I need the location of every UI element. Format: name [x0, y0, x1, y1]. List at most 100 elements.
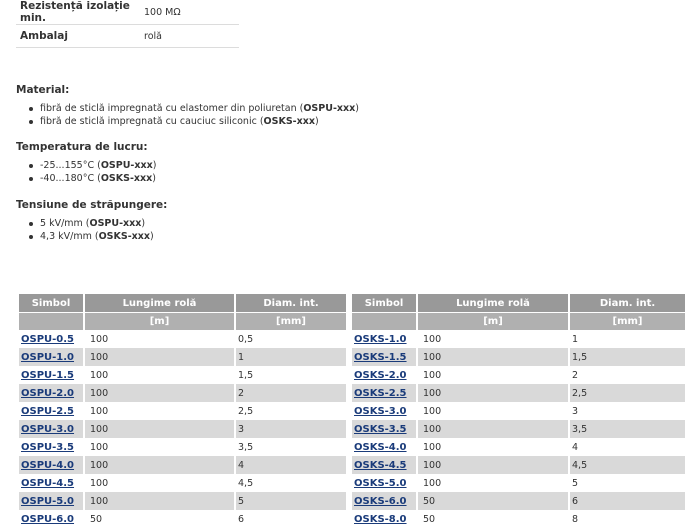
product-link[interactable]: OSPU-3.5: [21, 442, 74, 453]
product-link[interactable]: OSPU-2.0: [21, 388, 74, 399]
product-link[interactable]: OSKS-1.5: [354, 352, 407, 363]
table-row: OSPU-1.0 100 1: [19, 348, 348, 366]
temperature-section: Temperatura de lucru: -25...155°C (OSPU-…: [16, 141, 156, 185]
product-link[interactable]: OSPU-5.0: [21, 496, 74, 507]
list-item: 5 kV/mm (OSPU-xxx): [28, 218, 167, 231]
length-unit: [m]: [417, 312, 570, 330]
product-link[interactable]: OSKS-5.0: [354, 478, 407, 489]
ospu-rows: OSPU-0.5 100 0,5 OSPU-1.0 100 1 OSPU-1.5 100 1…: [19, 330, 348, 528]
table-row: OSKS-2.0 100 2: [352, 366, 687, 384]
product-link[interactable]: OSPU-0.5: [21, 334, 74, 345]
length-cell: 100: [84, 420, 236, 438]
product-link[interactable]: OSKS-1.0: [354, 334, 407, 345]
length-cell: 100: [417, 384, 570, 402]
table-units-row: [m] [mm]: [19, 312, 348, 330]
length-cell: 100: [84, 330, 236, 348]
table-row: OSKS-1.5 100 1,5: [352, 348, 687, 366]
list-item: fibră de sticlă impregnată cu elastomer …: [29, 103, 359, 114]
diameter-header: Diam. int.: [569, 294, 687, 313]
ospu-product-table: Simbol Lungime rolă Diam. int. [m] [mm] …: [19, 294, 348, 528]
table-row: OSPU-4.5 100 4,5: [19, 474, 348, 492]
list-item: -40...180°C (OSKS-xxx): [28, 172, 156, 184]
product-link[interactable]: OSPU-6.0: [21, 514, 74, 525]
diameter-cell: 2,5: [235, 402, 348, 420]
length-cell: 100: [84, 348, 236, 366]
list-item: -25...155°C (OSPU-xxx): [28, 160, 157, 171]
diameter-cell: 3: [569, 402, 687, 420]
diameter-cell: 5: [569, 474, 687, 492]
diameter-cell: 2: [569, 366, 687, 384]
diameter-header: Diam. int.: [235, 294, 348, 313]
list-item: 4,3 kV/mm (OSKS-xxx): [28, 231, 167, 244]
length-header: Lungime rolă: [417, 294, 570, 313]
length-cell: 100: [84, 456, 236, 474]
table-row: OSKS-1.0 100 1: [352, 330, 687, 348]
diameter-cell: 1,5: [235, 366, 348, 384]
table-row: OSPU-1.5 100 1,5: [19, 366, 348, 384]
product-link[interactable]: OSKS-8.0: [354, 514, 407, 525]
diameter-cell: 5: [235, 492, 348, 510]
diameter-cell: 4,5: [569, 456, 687, 474]
table-row: OSKS-4.0 100 4: [352, 438, 687, 456]
table-row: OSPU-6.0 50 6: [19, 510, 348, 528]
product-link[interactable]: OSKS-2.5: [354, 388, 407, 399]
length-cell: 100: [84, 402, 236, 420]
spec-label: Ambalaj: [16, 24, 140, 48]
table-row: OSPU-0.5 100 0,5: [19, 330, 348, 348]
diameter-cell: 6: [569, 492, 687, 510]
diameter-cell: 0,5: [235, 330, 348, 348]
product-link[interactable]: OSPU-3.0: [21, 424, 74, 435]
table-header-row: Simbol Lungime rolă Diam. int.: [19, 294, 348, 313]
diameter-cell: 4: [235, 456, 348, 474]
diameter-cell: 2,5: [569, 384, 687, 402]
table-row: OSKS-5.0 100 5: [352, 474, 687, 492]
temperature-list: -25...155°C (OSPU-xxx) -40...180°C (OSKS…: [16, 160, 156, 185]
product-link[interactable]: OSKS-3.0: [354, 406, 407, 417]
length-cell: 100: [417, 402, 570, 420]
list-item: fibră de sticlă impregnată cu cauciuc si…: [29, 116, 359, 129]
diameter-cell: 3,5: [235, 438, 348, 456]
length-cell: 100: [417, 366, 570, 384]
length-cell: 100: [417, 348, 570, 366]
length-cell: 100: [84, 438, 236, 456]
length-unit: [m]: [84, 312, 236, 330]
material-title: Material:: [16, 84, 70, 96]
voltage-list: 5 kV/mm (OSPU-xxx) 4,3 kV/mm (OSKS-xxx): [16, 218, 167, 243]
product-link[interactable]: OSKS-3.5: [354, 424, 407, 435]
spec-table: Rezistență izolație min. 100 MΩ Ambalaj …: [16, 0, 239, 48]
table-header-row: Simbol Lungime rolă Diam. int.: [352, 294, 687, 313]
diameter-cell: 6: [235, 510, 348, 528]
diameter-cell: 1: [569, 330, 687, 348]
diameter-cell: 1: [235, 348, 348, 366]
table-row: OSPU-4.0 100 4: [19, 456, 348, 474]
length-cell: 100: [84, 384, 236, 402]
table-row: OSPU-5.0 100 5: [19, 492, 348, 510]
voltage-title: Tensiune de străpungere:: [16, 199, 168, 211]
length-header: Lungime rolă: [84, 294, 236, 313]
length-cell: 100: [417, 420, 570, 438]
spec-row: Ambalaj rolă: [16, 24, 239, 48]
product-link[interactable]: OSPU-1.5: [21, 370, 74, 381]
product-link[interactable]: OSPU-4.0: [21, 460, 74, 471]
length-cell: 50: [84, 510, 236, 528]
temperature-title: Temperatura de lucru:: [16, 141, 148, 153]
material-list: fibră de sticlă impregnată cu elastomer …: [16, 103, 359, 128]
length-cell: 100: [417, 330, 570, 348]
osks-rows: OSKS-1.0 100 1 OSKS-1.5 100 1,5 OSKS-2.0 100 2…: [352, 330, 687, 528]
diameter-cell: 8: [569, 510, 687, 528]
product-link[interactable]: OSPU-2.5: [21, 406, 74, 417]
product-link[interactable]: OSPU-1.0: [21, 352, 74, 363]
length-cell: 100: [84, 474, 236, 492]
product-link[interactable]: OSKS-6.0: [354, 496, 407, 507]
product-link[interactable]: OSKS-4.5: [354, 460, 407, 471]
length-cell: 50: [417, 510, 570, 528]
product-link[interactable]: OSPU-4.5: [21, 478, 74, 489]
table-row: OSKS-2.5 100 2,5: [352, 384, 687, 402]
length-cell: 100: [84, 492, 236, 510]
diameter-cell: 4,5: [235, 474, 348, 492]
product-link[interactable]: OSKS-2.0: [354, 370, 407, 381]
diameter-cell: 2: [235, 384, 348, 402]
length-cell: 50: [417, 492, 570, 510]
voltage-section: Tensiune de străpungere: 5 kV/mm (OSPU-x…: [16, 199, 167, 243]
product-link[interactable]: OSKS-4.0: [354, 442, 407, 453]
